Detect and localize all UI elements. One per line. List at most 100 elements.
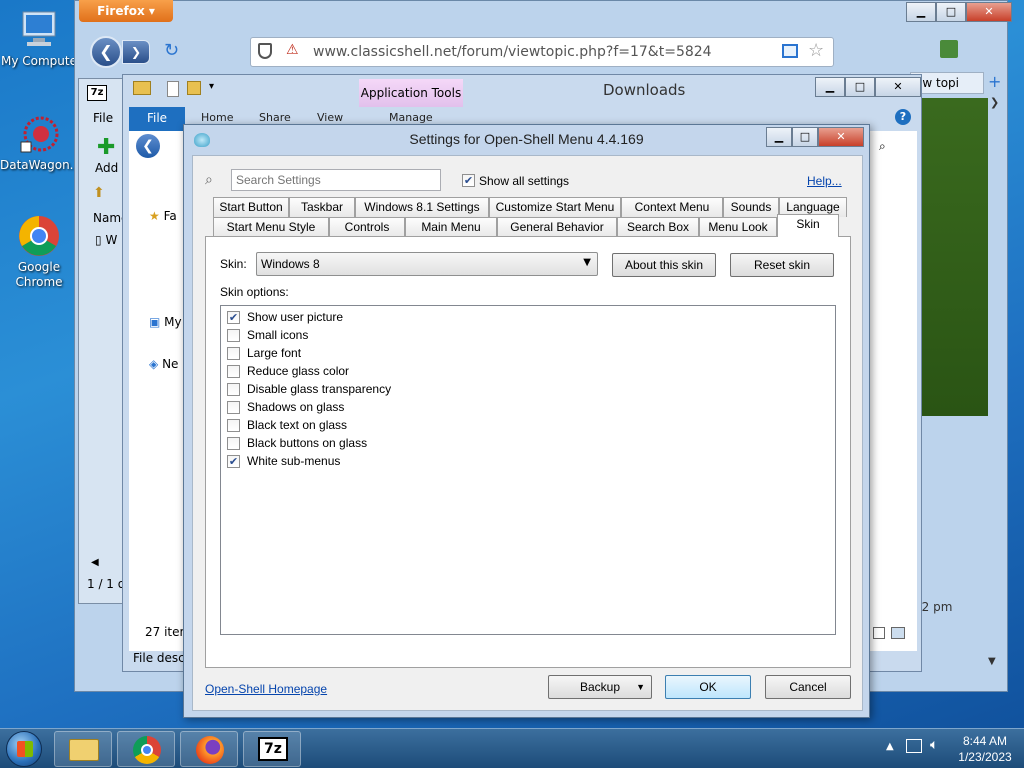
minimize-button[interactable]: ▁ <box>906 2 936 22</box>
tab-menu-look[interactable]: Menu Look <box>699 217 777 237</box>
skin-option-checkbox[interactable] <box>227 419 240 432</box>
maximize-button[interactable]: □ <box>936 2 966 22</box>
about-this-skin-button[interactable]: About this skin <box>612 253 716 277</box>
firefox-menu-button[interactable]: Firefox ▾ <box>79 0 173 22</box>
desktop-icon-label: Google Chrome <box>15 260 63 289</box>
tab-sounds[interactable]: Sounds <box>723 197 779 217</box>
close-button[interactable]: ✕ <box>875 77 921 97</box>
back-button[interactable]: ❮ <box>90 36 122 68</box>
tab-customize-start-menu[interactable]: Customize Start Menu <box>489 197 621 217</box>
taskbar-explorer[interactable] <box>54 731 112 767</box>
scroll-left-icon[interactable]: ◀ <box>91 557 99 568</box>
maximize-button[interactable]: □ <box>845 77 875 97</box>
taskbar-7zip[interactable]: 7z <box>243 731 301 767</box>
datawagon-icon <box>17 112 61 156</box>
skin-option-row[interactable]: Small icons <box>227 328 627 344</box>
help-icon[interactable]: ? <box>895 109 911 125</box>
add-icon: ✚ <box>97 135 116 160</box>
download-icon[interactable] <box>940 40 958 58</box>
skin-option-checkbox[interactable] <box>227 437 240 450</box>
backup-button[interactable]: Backup ▼ <box>548 675 652 699</box>
minimize-button[interactable]: ▁ <box>766 127 792 147</box>
clock[interactable]: 8:44 AM 1/23/2023 <box>950 733 1020 765</box>
add-button-label[interactable]: Add <box>95 161 118 175</box>
tab-start-menu-style[interactable]: Start Menu Style <box>213 217 329 237</box>
skin-option-row[interactable]: Large font <box>227 346 627 362</box>
skin-option-row[interactable]: ✔ Show user picture <box>227 310 627 326</box>
tab-context-menu[interactable]: Context Menu <box>621 197 723 217</box>
skin-option-checkbox[interactable] <box>227 383 240 396</box>
volume-icon[interactable]: 🔈︎ <box>930 737 938 753</box>
dialog-caption-buttons: ▁ □ ✕ <box>766 127 864 147</box>
bookmark-star-icon[interactable]: ☆ <box>808 40 824 61</box>
desktop-icon-my-computer[interactable]: My Compute <box>0 8 78 68</box>
ribbon-tab-file[interactable]: File <box>129 107 185 131</box>
chrome-icon <box>133 736 161 764</box>
open-shell-homepage-link[interactable]: Open-Shell Homepage <box>205 682 327 696</box>
skin-option-checkbox[interactable] <box>227 329 240 342</box>
skin-option-checkbox[interactable]: ✔ <box>227 311 240 324</box>
skin-option-row[interactable]: Shadows on glass <box>227 400 627 416</box>
tab-controls[interactable]: Controls <box>329 217 405 237</box>
reload-icon[interactable]: ↻ <box>164 40 179 61</box>
explorer-caption-buttons: ▁ □ ✕ <box>815 77 921 97</box>
skin-option-row[interactable]: Reduce glass color <box>227 364 627 380</box>
forward-button[interactable]: ❯ <box>122 40 150 64</box>
skin-option-row[interactable]: Black text on glass <box>227 418 627 434</box>
skin-option-checkbox[interactable] <box>227 347 240 360</box>
taskbar: 7z ▲ 🔈︎ 8:44 AM 1/23/2023 <box>0 728 1024 768</box>
tab-taskbar[interactable]: Taskbar <box>289 197 355 217</box>
skin-option-checkbox[interactable] <box>227 365 240 378</box>
quick-access-dropdown-icon[interactable]: ▾ <box>209 81 214 92</box>
show-hidden-icons-icon[interactable]: ▲ <box>886 741 894 752</box>
network-icon[interactable] <box>906 739 922 753</box>
maximize-button[interactable]: □ <box>792 127 818 147</box>
tab-skin[interactable]: Skin <box>777 214 839 237</box>
ok-button[interactable]: OK <box>665 675 751 699</box>
taskbar-firefox[interactable] <box>180 731 238 767</box>
tab-windows-81-settings[interactable]: Windows 8.1 Settings <box>355 197 489 217</box>
reader-view-icon[interactable] <box>782 44 798 58</box>
start-button[interactable] <box>6 731 42 767</box>
menu-file[interactable]: File <box>93 111 113 125</box>
skin-option-label: Small icons <box>247 328 309 342</box>
quick-access-new-folder-icon[interactable] <box>187 81 201 95</box>
desktop-icon-datawagon[interactable]: DataWagon... <box>0 112 81 172</box>
tab-list-button[interactable]: ❯ <box>990 96 999 109</box>
help-link[interactable]: Help... <box>807 174 842 188</box>
skin-option-row[interactable]: ✔ White sub-menus <box>227 454 627 470</box>
skin-option-label: Disable glass transparency <box>247 382 392 396</box>
show-all-settings-checkbox[interactable]: ✔ <box>462 174 475 187</box>
url-bar[interactable]: www.classicshell.net/forum/viewtopic.php… <box>250 37 834 67</box>
sidebar-item-favorites[interactable]: ★ Fa <box>149 209 177 223</box>
close-button[interactable]: ✕ <box>966 2 1012 22</box>
scroll-down-icon[interactable]: ▼ <box>988 656 996 667</box>
view-details-icon[interactable] <box>873 627 885 639</box>
close-button[interactable]: ✕ <box>818 127 864 147</box>
search-settings-input[interactable] <box>231 169 441 191</box>
minimize-button[interactable]: ▁ <box>815 77 845 97</box>
search-icon[interactable]: ⌕ <box>879 139 886 154</box>
tab-general-behavior[interactable]: General Behavior <box>497 217 617 237</box>
skin-option-checkbox[interactable] <box>227 401 240 414</box>
tab-search-box[interactable]: Search Box <box>617 217 699 237</box>
view-tiles-icon[interactable] <box>891 627 905 639</box>
file-row[interactable]: ▯ W <box>95 233 117 247</box>
skin-option-row[interactable]: Disable glass transparency <box>227 382 627 398</box>
up-folder-icon[interactable]: ⬆ <box>93 185 105 201</box>
reset-skin-button[interactable]: Reset skin <box>730 253 834 277</box>
taskbar-chrome[interactable] <box>117 731 175 767</box>
sidebar-item-network[interactable]: ◈ Ne <box>149 357 178 371</box>
quick-access-properties-icon[interactable] <box>167 81 179 97</box>
new-tab-button[interactable]: + <box>988 72 1001 91</box>
cancel-button[interactable]: Cancel <box>765 675 851 699</box>
desktop-icon-google-chrome[interactable]: Google Chrome <box>0 214 78 290</box>
skin-option-checkbox[interactable]: ✔ <box>227 455 240 468</box>
skin-option-row[interactable]: Black buttons on glass <box>227 436 627 452</box>
skin-select[interactable]: Windows 8 ▼ <box>256 252 598 276</box>
tab-main-menu[interactable]: Main Menu <box>405 217 497 237</box>
back-button[interactable]: ❮ <box>135 133 161 159</box>
sidebar-item-computer[interactable]: ▣ My <box>149 315 182 329</box>
lock-warning-icon: ⚠ <box>286 42 299 58</box>
tab-start-button[interactable]: Start Button <box>213 197 289 217</box>
